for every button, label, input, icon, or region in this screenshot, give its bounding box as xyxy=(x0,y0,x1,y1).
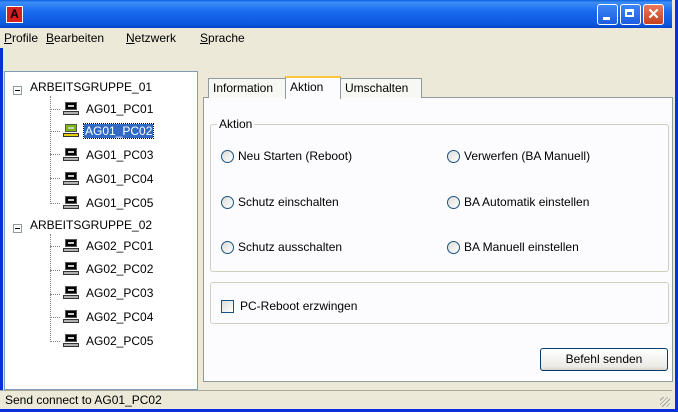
radio-schutz-ausschalten-label: Schutz ausschalten xyxy=(238,240,343,254)
tree-branch xyxy=(50,246,60,247)
menu-bearbeiten[interactable]: Bearbeiten xyxy=(46,31,104,45)
app-icon: A xyxy=(6,6,23,23)
computer-icon xyxy=(63,148,79,162)
computer-icon xyxy=(63,334,79,348)
tree-item-ag01-pc05[interactable]: AG01_PC05 xyxy=(85,196,154,210)
computer-icon xyxy=(63,262,79,276)
tree-connector-1 xyxy=(50,96,51,204)
tree-branch xyxy=(50,203,60,204)
menu-bar: Profile Bearbeiten Netzwerk Sprache xyxy=(0,28,672,48)
radio-verwerfen-label: Verwerfen (BA Manuell) xyxy=(464,149,591,163)
menu-profile[interactable]: Profile xyxy=(4,31,38,45)
resize-grip-icon[interactable] xyxy=(660,397,670,407)
tree-item-ag02-pc02[interactable]: AG02_PC02 xyxy=(85,262,154,276)
tree-branch xyxy=(50,154,60,155)
tree-group-2-label[interactable]: ARBEITSGRUPPE_02 xyxy=(30,218,152,232)
computer-icon xyxy=(63,286,79,300)
tree-item-ag02-pc04[interactable]: AG02_PC04 xyxy=(85,310,154,324)
expander-group-1[interactable] xyxy=(13,86,22,95)
tree-branch xyxy=(50,178,60,179)
status-text: Send connect to AG01_PC02 xyxy=(5,393,162,407)
tree-branch xyxy=(50,341,60,342)
tree-connector-2 xyxy=(50,234,51,342)
tree-branch xyxy=(50,317,60,318)
checkbox-pc-reboot-label: PC-Reboot erzwingen xyxy=(240,299,358,313)
tab-umschalten[interactable]: Umschalten xyxy=(340,78,422,98)
tree-branch xyxy=(50,109,60,110)
tree-branch xyxy=(50,131,60,132)
tab-aktion[interactable]: Aktion xyxy=(285,76,341,99)
radio-schutz-einschalten-label: Schutz einschalten xyxy=(238,195,339,209)
radio-circle[interactable] xyxy=(221,150,234,163)
radio-ba-manuell-label: BA Manuell einstellen xyxy=(464,240,579,254)
close-button[interactable]: ✕ xyxy=(643,4,664,25)
maximize-button[interactable] xyxy=(620,4,641,25)
tree-branch xyxy=(50,270,60,271)
menu-sprache[interactable]: Sprache xyxy=(200,31,245,45)
tree-item-ag02-pc05[interactable]: AG02_PC05 xyxy=(85,334,154,348)
computer-selected-icon xyxy=(63,124,79,138)
radio-circle[interactable] xyxy=(221,241,234,254)
radio-circle[interactable] xyxy=(447,196,460,209)
send-command-button[interactable]: Befehl senden xyxy=(540,348,668,371)
status-bar: Send connect to AG01_PC02 xyxy=(0,390,672,409)
tree-item-ag01-pc01[interactable]: AG01_PC01 xyxy=(85,102,154,116)
tree-item-ag02-pc03[interactable]: AG02_PC03 xyxy=(85,286,154,300)
tree-item-ag01-pc03[interactable]: AG01_PC03 xyxy=(85,148,154,162)
computer-icon xyxy=(63,102,79,116)
checkbox-pc-reboot[interactable] xyxy=(221,300,234,313)
radio-circle[interactable] xyxy=(447,241,460,254)
aktion-groupbox-label: Aktion xyxy=(217,117,255,131)
title-bar[interactable]: A ✕ xyxy=(0,0,672,28)
tree-item-ag02-pc01[interactable]: AG02_PC01 xyxy=(85,239,154,253)
computer-icon xyxy=(63,172,79,186)
radio-neu-starten-label: Neu Starten (Reboot) xyxy=(238,149,353,163)
tree-group-1-label[interactable]: ARBEITSGRUPPE_01 xyxy=(30,80,152,94)
tree-branch xyxy=(50,294,60,295)
computer-icon xyxy=(63,239,79,253)
expander-group-2[interactable] xyxy=(13,224,22,233)
tree-item-ag01-pc02[interactable]: AG01_PC02 xyxy=(82,123,155,139)
radio-circle[interactable] xyxy=(221,196,234,209)
computer-icon xyxy=(63,310,79,324)
close-icon: ✕ xyxy=(647,6,660,23)
radio-circle[interactable] xyxy=(447,150,460,163)
minimize-button[interactable] xyxy=(597,4,618,25)
computer-icon xyxy=(63,196,79,210)
radio-ba-automatik-label: BA Automatik einstellen xyxy=(464,195,590,209)
menu-netzwerk[interactable]: Netzwerk xyxy=(126,31,176,45)
tree-item-ag01-pc04[interactable]: AG01_PC04 xyxy=(85,172,154,186)
tab-information[interactable]: Information xyxy=(208,78,286,98)
